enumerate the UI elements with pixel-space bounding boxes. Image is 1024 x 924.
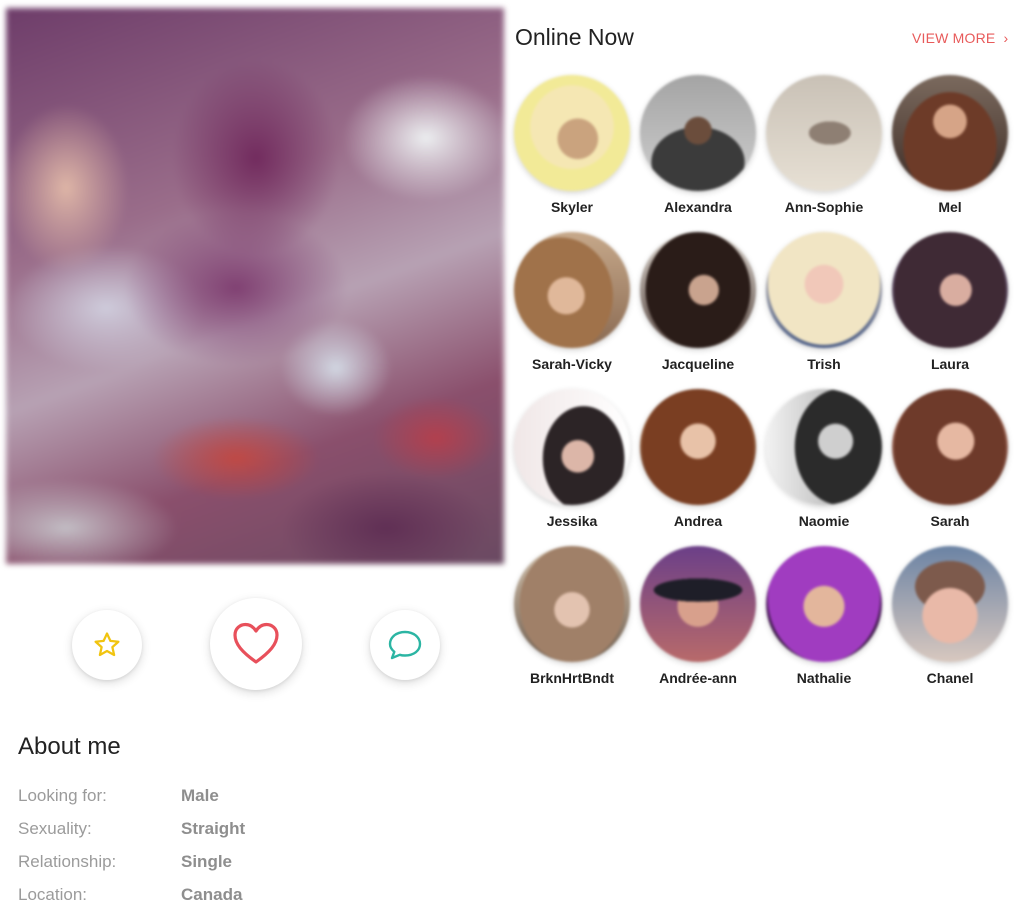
online-member[interactable]: Ann-Sophie (764, 75, 884, 215)
member-name: Jessika (546, 513, 598, 529)
avatar (766, 546, 882, 662)
like-button[interactable] (210, 598, 302, 690)
avatar (892, 232, 1008, 348)
member-name: Trish (807, 356, 841, 372)
member-name: Sarah-Vicky (532, 356, 612, 372)
avatar (514, 232, 630, 348)
member-name: Laura (930, 356, 970, 372)
about-title: About me (18, 733, 121, 760)
member-name: Chanel (926, 670, 974, 686)
about-value: Male (181, 786, 219, 805)
about-label: Location: (18, 885, 87, 904)
online-member[interactable]: Laura (890, 232, 1010, 372)
online-member[interactable]: Jacqueline (638, 232, 758, 372)
avatar (514, 546, 630, 662)
avatar (514, 389, 630, 505)
member-name: Alexandra (664, 199, 732, 215)
about-label: Looking for: (18, 786, 107, 805)
profile-photo[interactable] (6, 8, 504, 564)
member-name: Naomie (798, 513, 850, 529)
heart-icon (233, 622, 279, 664)
online-now-title: Online Now (515, 24, 634, 50)
online-member[interactable]: BrknHrtBndt (512, 546, 632, 686)
member-name: Andrée-ann (659, 670, 737, 686)
avatar (892, 389, 1008, 505)
online-member[interactable]: Sarah (890, 389, 1010, 529)
member-name: Skyler (550, 199, 594, 215)
about-value: Single (181, 852, 233, 871)
avatar (514, 75, 630, 191)
view-more-label: VIEW MORE (912, 30, 996, 46)
star-icon (94, 632, 120, 657)
avatar (766, 232, 882, 348)
avatar (892, 546, 1008, 662)
message-button[interactable] (370, 610, 440, 680)
avatar (640, 389, 756, 505)
member-name: Andrea (673, 513, 723, 529)
member-name: Mel (938, 199, 962, 215)
online-member[interactable]: Andrée-ann (638, 546, 758, 686)
online-member[interactable]: Mel (890, 75, 1010, 215)
avatar (640, 232, 756, 348)
chevron-right-icon: › (1003, 30, 1009, 46)
avatar (766, 75, 882, 191)
member-name: Nathalie (796, 670, 852, 686)
about-label: Sexuality: (18, 819, 92, 838)
avatar (640, 75, 756, 191)
member-name: Sarah (930, 513, 970, 529)
online-member[interactable]: Skyler (512, 75, 632, 215)
member-name: Jacqueline (661, 356, 735, 372)
avatar (766, 389, 882, 505)
online-member[interactable]: Naomie (764, 389, 884, 529)
online-member[interactable]: Sarah-Vicky (512, 232, 632, 372)
view-more-link[interactable]: VIEW MORE › (912, 30, 1008, 46)
favorite-button[interactable] (72, 610, 142, 680)
online-member[interactable]: Andrea (638, 389, 758, 529)
avatar (892, 75, 1008, 191)
about-value: Straight (181, 819, 246, 838)
online-member[interactable]: Jessika (512, 389, 632, 529)
avatar (640, 546, 756, 662)
about-label: Relationship: (18, 852, 117, 871)
online-member[interactable]: Chanel (890, 546, 1010, 686)
member-name: BrknHrtBndt (530, 670, 614, 686)
online-member[interactable]: Trish (764, 232, 884, 372)
chat-bubble-icon (388, 630, 422, 660)
online-member[interactable]: Alexandra (638, 75, 758, 215)
member-name: Ann-Sophie (784, 199, 864, 215)
online-member[interactable]: Nathalie (764, 546, 884, 686)
about-value: Canada (181, 885, 243, 904)
